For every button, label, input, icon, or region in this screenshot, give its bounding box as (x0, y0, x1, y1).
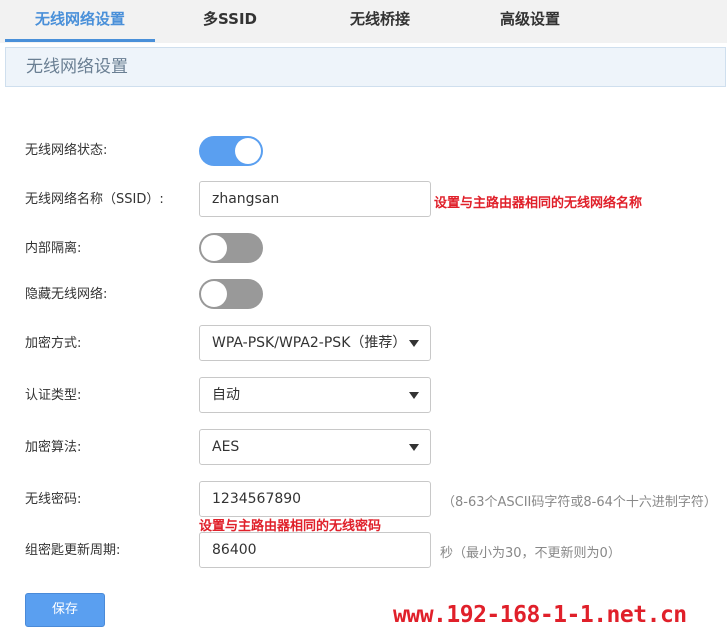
caret-down-icon (409, 392, 419, 399)
watermark: www.192-168-1-1.net.cn (393, 602, 687, 628)
tab-wireless-bridge[interactable]: 无线桥接 (315, 0, 445, 40)
hide-ssid-toggle[interactable] (199, 279, 263, 309)
active-tab-indicator (5, 39, 155, 42)
password-label: 无线密码: (25, 492, 82, 507)
auth-type-label: 认证类型: (25, 388, 82, 403)
auth-type-value: 自动 (212, 387, 240, 403)
encryption-mode-label: 加密方式: (25, 336, 82, 351)
toggle-knob (201, 235, 227, 261)
toggle-knob (201, 281, 227, 307)
caret-down-icon (409, 340, 419, 347)
rekey-input[interactable] (199, 532, 431, 568)
cipher-select[interactable]: AES (199, 429, 431, 465)
section-title: 无线网络设置 (26, 57, 128, 77)
isolation-label: 内部隔离: (25, 241, 82, 256)
section-header: 无线网络设置 (5, 47, 726, 87)
wireless-status-toggle[interactable] (199, 136, 263, 166)
password-hint: （8-63个ASCII码字符或8-64个十六进制字符） (442, 495, 717, 510)
auth-type-select[interactable]: 自动 (199, 377, 431, 413)
password-input[interactable] (199, 481, 431, 517)
caret-down-icon (409, 444, 419, 451)
tab-bar: 无线网络设置 多SSID 无线桥接 高级设置 (0, 0, 727, 43)
rekey-hint: 秒（最小为30，不更新则为0） (440, 546, 621, 561)
ssid-label: 无线网络名称（SSID）: (25, 192, 164, 207)
hide-ssid-label: 隐藏无线网络: (25, 287, 108, 302)
wireless-status-label: 无线网络状态: (25, 143, 108, 158)
encryption-mode-select[interactable]: WPA-PSK/WPA2-PSK（推荐） (199, 325, 431, 361)
save-button[interactable]: 保存 (25, 593, 105, 627)
tab-multi-ssid[interactable]: 多SSID (165, 0, 295, 40)
cipher-value: AES (212, 439, 240, 455)
isolation-toggle[interactable] (199, 233, 263, 263)
ssid-note: 设置与主路由器相同的无线网络名称 (434, 196, 643, 211)
tab-wireless-settings[interactable]: 无线网络设置 (5, 0, 155, 40)
encryption-mode-value: WPA-PSK/WPA2-PSK（推荐） (212, 335, 397, 351)
ssid-input[interactable] (199, 181, 431, 217)
cipher-label: 加密算法: (25, 440, 82, 455)
tab-advanced-settings[interactable]: 高级设置 (465, 0, 595, 40)
toggle-knob (235, 138, 261, 164)
rekey-label: 组密匙更新周期: (25, 543, 121, 558)
